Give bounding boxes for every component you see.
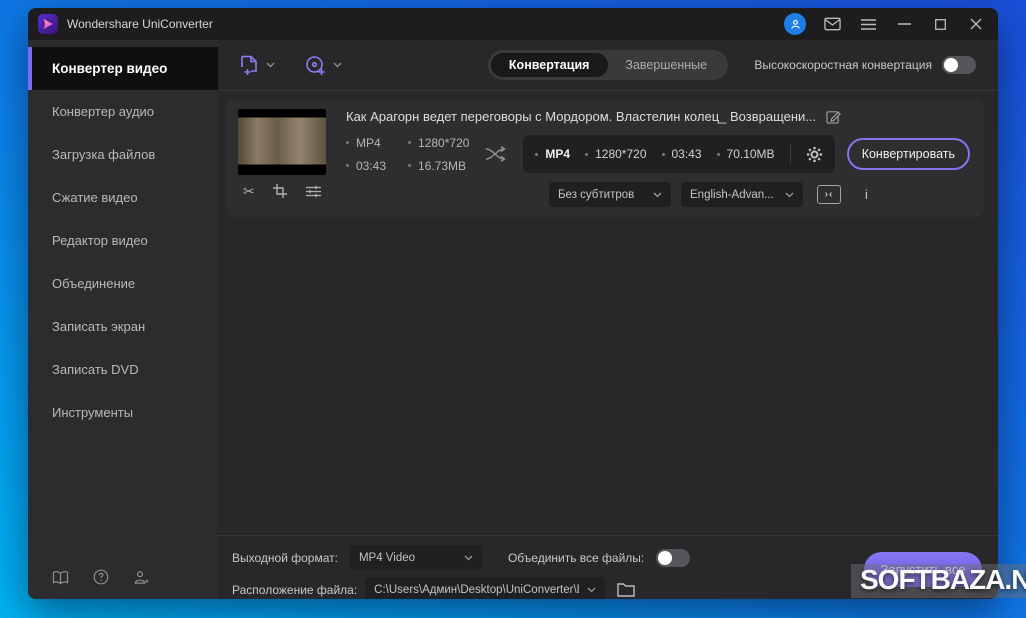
rename-icon[interactable] <box>826 109 841 124</box>
source-duration: 03:43 <box>346 159 386 173</box>
info-icon[interactable] <box>861 187 872 202</box>
subtitle-dropdown[interactable]: Без субтитров <box>549 182 671 207</box>
main-area: Конвертация Завершенные Высокоскоростная… <box>218 40 998 599</box>
sidebar-item-audio-converter[interactable]: Конвертер аудио <box>28 90 218 133</box>
file-task-card: ✂ Как Арагорн ведет п <box>226 99 984 217</box>
output-format-dropdown[interactable]: MP4 Video <box>350 545 482 570</box>
add-file-icon <box>240 55 259 76</box>
effects-icon[interactable] <box>306 185 321 198</box>
file-location-dropdown[interactable]: C:\Users\Админ\Desktop\UniConverter\Data… <box>365 577 605 599</box>
highspeed-toggle[interactable] <box>942 56 976 74</box>
sidebar-item-screen-recorder[interactable]: Записать экран <box>28 305 218 348</box>
tab-converting[interactable]: Конвертация <box>491 53 608 77</box>
target-duration: 03:43 <box>662 147 702 161</box>
sidebar: Конвертер видео Конвертер аудио Загрузка… <box>28 40 218 599</box>
help-icon[interactable] <box>93 569 109 585</box>
settings-gear-icon[interactable] <box>806 146 823 163</box>
sidebar-item-toolbox[interactable]: Инструменты <box>28 391 218 434</box>
trim-icon[interactable]: ✂ <box>243 184 255 198</box>
account-icon[interactable] <box>784 13 806 35</box>
titlebar-controls <box>784 13 986 35</box>
target-format: MP4 <box>535 147 570 161</box>
mail-icon[interactable] <box>822 14 842 34</box>
open-folder-icon[interactable] <box>617 582 635 597</box>
file-location-label: Расположение файла: <box>232 583 357 597</box>
sidebar-item-compressor[interactable]: Сжатие видео <box>28 176 218 219</box>
file-title: Как Арагорн ведет переговоры с Мордором.… <box>346 109 816 124</box>
highspeed-label: Высокоскоростная конвертация <box>754 58 932 72</box>
merge-files-toggle[interactable] <box>656 549 690 567</box>
tab-finished[interactable]: Завершенные <box>607 53 725 77</box>
menu-icon[interactable] <box>858 14 878 34</box>
subtitle-edit-icon[interactable] <box>817 185 841 204</box>
sidebar-item-merger[interactable]: Объединение <box>28 262 218 305</box>
source-info: MP4 1280*720 03:43 16.73MB <box>346 136 469 173</box>
add-dvd-button[interactable] <box>305 55 342 76</box>
source-format: MP4 <box>346 136 386 150</box>
app-window: Wondershare UniConverter <box>28 8 998 599</box>
sidebar-item-video-converter[interactable]: Конвертер видео <box>28 47 218 90</box>
task-list: ✂ Как Арагорн ведет п <box>218 91 998 535</box>
chevron-down-icon <box>333 62 342 68</box>
sidebar-footer <box>52 569 149 585</box>
add-disc-icon <box>305 55 326 76</box>
output-format-label: Выходной формат: <box>232 551 338 565</box>
crop-icon[interactable] <box>273 184 287 198</box>
chevron-down-icon <box>266 62 275 68</box>
merge-files-label: Объединить все файлы: <box>508 551 644 565</box>
toolbar: Конвертация Завершенные Высокоскоростная… <box>218 40 998 90</box>
desktop-background: Wondershare UniConverter <box>0 0 1026 618</box>
guide-book-icon[interactable] <box>52 570 69 585</box>
sidebar-item-downloader[interactable]: Загрузка файлов <box>28 133 218 176</box>
sidebar-item-editor[interactable]: Редактор видео <box>28 219 218 262</box>
target-size: 70.10MB <box>717 147 775 161</box>
convert-button[interactable]: Конвертировать <box>847 138 970 170</box>
video-thumbnail[interactable] <box>238 109 326 175</box>
toggle-knob <box>658 551 672 565</box>
watermark: SOFTBAZA.NET <box>851 564 1026 598</box>
titlebar: Wondershare UniConverter <box>28 8 998 40</box>
app-logo-icon <box>38 14 58 34</box>
target-resolution: 1280*720 <box>585 147 646 161</box>
invite-user-icon[interactable] <box>133 570 149 585</box>
source-size: 16.73MB <box>408 159 469 173</box>
add-file-button[interactable] <box>240 55 275 76</box>
close-button[interactable] <box>966 14 986 34</box>
source-resolution: 1280*720 <box>408 136 469 150</box>
divider <box>790 144 791 164</box>
convert-arrows-icon <box>485 146 507 162</box>
toggle-knob <box>944 58 958 72</box>
sidebar-item-dvd-burner[interactable]: Записать DVD <box>28 348 218 391</box>
view-tabs: Конвертация Завершенные <box>488 50 728 80</box>
minimize-button[interactable] <box>894 14 914 34</box>
target-settings-box: MP4 1280*720 03:43 70.10MB <box>523 135 834 173</box>
audio-track-dropdown[interactable]: English-Advan... <box>681 182 803 207</box>
maximize-button[interactable] <box>930 14 950 34</box>
window-title: Wondershare UniConverter <box>67 17 213 31</box>
